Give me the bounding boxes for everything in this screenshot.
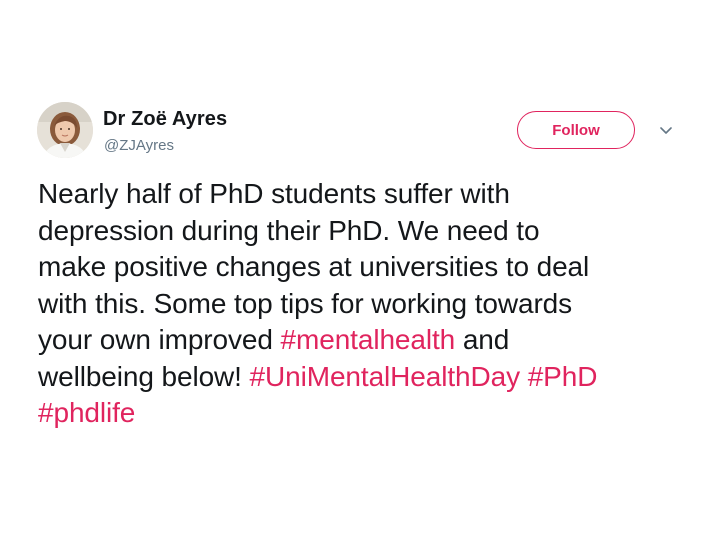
tweet-text-line: with this. Some top tips for working tow…	[38, 286, 698, 323]
tweet-text-segment: depression during their PhD. We need to	[38, 214, 540, 246]
hashtag-link[interactable]: #phdlife	[38, 397, 135, 428]
tweet-text: Nearly half of PhD students suffer with d…	[38, 176, 698, 432]
tweet-text-segment: with this. Some top tips for working tow…	[38, 287, 573, 319]
tweet-text-line: depression during their PhD. We need to	[38, 213, 698, 250]
tweet-text-segment	[520, 361, 528, 392]
follow-button[interactable]: Follow	[517, 111, 635, 149]
tweet-text-line: Nearly half of PhD students suffer with	[38, 176, 698, 213]
tweet-text-segment: your own improved	[38, 324, 281, 355]
hashtag-link[interactable]: #mentalhealth	[281, 324, 456, 355]
chevron-down-icon[interactable]	[658, 124, 674, 136]
hashtag-link[interactable]: #PhD	[528, 361, 598, 392]
hashtag-link[interactable]: #UniMentalHealthDay	[250, 361, 521, 392]
avatar[interactable]	[37, 102, 93, 158]
avatar-image	[37, 102, 93, 158]
tweet-text-line: wellbeing below! #UniMentalHealthDay #Ph…	[38, 359, 698, 396]
tweet-text-segment: make positive changes at universities to…	[38, 251, 590, 282]
user-handle[interactable]: @ZJAyres	[104, 137, 174, 154]
display-name[interactable]: Dr Zoë Ayres	[103, 108, 227, 131]
tweet-text-segment: wellbeing below!	[38, 360, 250, 392]
tweet-text-line: your own improved #mentalhealth and	[38, 322, 698, 359]
tweet-text-line: make positive changes at universities to…	[38, 249, 698, 286]
tweet-card: Dr Zoë Ayres @ZJAyres Follow Nearly half…	[0, 0, 720, 540]
tweet-text-line: #phdlife	[38, 395, 698, 432]
tweet-text-segment: and	[455, 324, 510, 355]
tweet-text-segment: Nearly half of PhD students suffer with	[38, 178, 510, 209]
